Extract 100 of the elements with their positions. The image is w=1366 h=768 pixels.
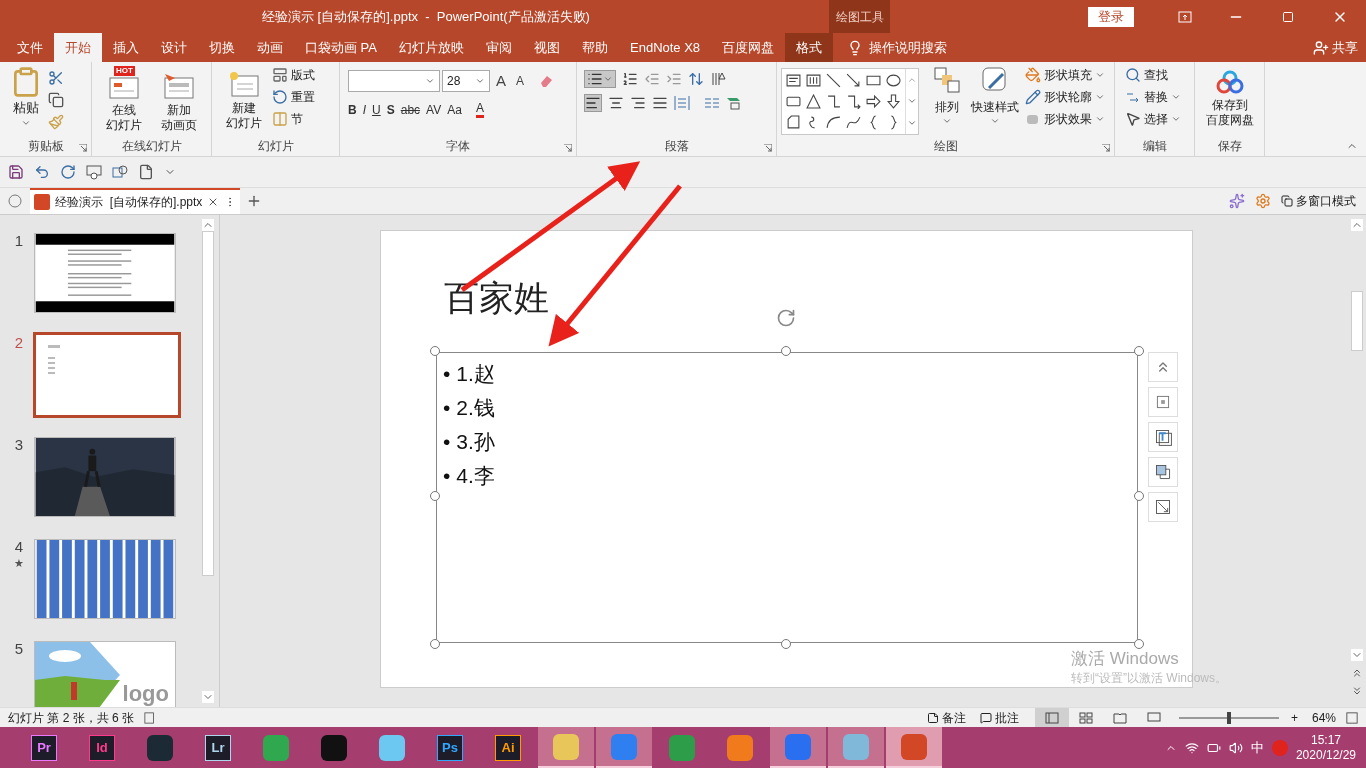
- input-method[interactable]: 中: [1250, 737, 1264, 758]
- shape-icon[interactable]: [786, 94, 801, 109]
- taskbar-app[interactable]: [596, 727, 652, 768]
- new-file-icon[interactable]: [138, 164, 154, 180]
- clock-date[interactable]: 2020/12/29: [1295, 747, 1356, 763]
- ribbon-button[interactable]: 替换: [1125, 88, 1181, 106]
- zoom-level[interactable]: 64%: [1311, 708, 1336, 727]
- arrange-button[interactable]: 排列: [927, 66, 967, 126]
- ribbon-tab[interactable]: 开始: [54, 33, 102, 62]
- restore-icon[interactable]: [1282, 10, 1294, 23]
- align-center-icon[interactable]: [608, 95, 624, 111]
- shape-icon[interactable]: [806, 73, 821, 88]
- ribbon-tab[interactable]: 百度网盘: [711, 33, 786, 62]
- ribbon-tab[interactable]: 插入: [102, 33, 150, 62]
- taskbar-app[interactable]: [886, 727, 942, 768]
- line-spacing-icon[interactable]: [688, 71, 704, 87]
- copy-icon[interactable]: [48, 92, 64, 108]
- scroll-thumb[interactable]: [202, 231, 214, 576]
- shape-icon[interactable]: [786, 73, 801, 88]
- document-tab[interactable]: 经验演示 [自动保存的].pptx: [30, 188, 241, 214]
- dialog-launcher-icon[interactable]: [79, 144, 87, 152]
- ribbon-button[interactable]: 选择: [1125, 110, 1181, 128]
- format-button[interactable]: A: [475, 101, 484, 118]
- ribbon-button[interactable]: 重置: [272, 88, 315, 106]
- slide-thumbnail[interactable]: [34, 233, 176, 313]
- magic-icon[interactable]: [1229, 193, 1245, 209]
- resize-handle[interactable]: [1134, 346, 1144, 356]
- ribbon-tab[interactable]: 设计: [150, 33, 198, 62]
- fit-slide-icon[interactable]: [1346, 711, 1358, 724]
- ribbon-tab[interactable]: EndNote X8: [619, 33, 712, 62]
- ribbon-tab[interactable]: 幻灯片放映: [388, 33, 475, 62]
- resize-handle[interactable]: [1134, 639, 1144, 649]
- format-button[interactable]: S: [386, 100, 395, 119]
- smartart-icon[interactable]: [726, 95, 742, 111]
- ribbon-tab[interactable]: 切换: [198, 33, 246, 62]
- sorter-view-icon[interactable]: [1078, 711, 1093, 724]
- shape-icon[interactable]: [866, 73, 881, 88]
- ribbon-tab[interactable]: 动画: [246, 33, 294, 62]
- format-button[interactable]: I: [362, 100, 366, 119]
- layout-options-icon[interactable]: [1148, 352, 1178, 382]
- font-size-field[interactable]: 28: [442, 70, 490, 93]
- resize-handle[interactable]: [781, 346, 791, 356]
- undo-icon[interactable]: [34, 164, 50, 180]
- taskbar-app[interactable]: [538, 727, 594, 768]
- multi-window-button[interactable]: 多窗口模式: [1281, 192, 1356, 210]
- document-icon[interactable]: [7, 193, 23, 209]
- text-box-icon[interactable]: [1148, 422, 1178, 452]
- ribbon-button[interactable]: 形状填充: [1025, 66, 1105, 84]
- shape-icon[interactable]: [846, 73, 861, 88]
- zoom-thumb[interactable]: [1226, 711, 1231, 724]
- format-button[interactable]: B: [348, 100, 357, 119]
- ribbon-tab[interactable]: 视图: [523, 33, 571, 62]
- save-to-cloud-button[interactable]: 保存到 百度网盘: [1199, 66, 1260, 128]
- zoom-in-button[interactable]: +: [1286, 708, 1302, 727]
- shape-icon[interactable]: [886, 94, 901, 109]
- taskbar-app[interactable]: [770, 727, 826, 768]
- paste-button[interactable]: 粘贴: [4, 66, 48, 128]
- share-button[interactable]: 共享: [1313, 33, 1358, 62]
- resize-handle[interactable]: [430, 491, 440, 501]
- shape-icon[interactable]: [786, 115, 801, 130]
- bullets-button[interactable]: [584, 70, 616, 88]
- spellcheck-icon[interactable]: [144, 711, 157, 724]
- align-left-button[interactable]: [584, 94, 602, 112]
- save-icon[interactable]: [8, 164, 24, 180]
- format-button[interactable]: Aa: [447, 100, 462, 119]
- shape-icon[interactable]: [826, 73, 841, 88]
- size-position-icon[interactable]: [1148, 492, 1178, 522]
- dialog-launcher-icon[interactable]: [764, 144, 772, 152]
- redo-icon[interactable]: [60, 164, 76, 180]
- ribbon-tab[interactable]: 审阅: [475, 33, 523, 62]
- reading-view-icon[interactable]: [1112, 711, 1127, 724]
- rotate-handle-icon[interactable]: [776, 308, 796, 328]
- shrink-font-button[interactable]: A: [512, 72, 529, 91]
- ribbon-button[interactable]: 版式: [272, 66, 315, 84]
- slideshow-icon[interactable]: [86, 164, 102, 180]
- previous-slide-icon[interactable]: [1351, 667, 1363, 679]
- numbering-icon[interactable]: [622, 71, 638, 87]
- align-object-icon[interactable]: [1148, 387, 1178, 417]
- taskbar-app[interactable]: Pr: [16, 727, 72, 768]
- shape-icon[interactable]: [806, 94, 821, 109]
- format-button[interactable]: abc: [400, 100, 421, 119]
- ribbon-button[interactable]: 形状效果: [1025, 110, 1105, 128]
- decrease-indent-icon[interactable]: [644, 71, 660, 87]
- new-slide-button[interactable]: 新建 幻灯片: [216, 66, 272, 131]
- volume-icon[interactable]: [1228, 740, 1243, 755]
- ribbon-button[interactable]: 查找: [1125, 66, 1181, 84]
- quick-styles-button[interactable]: 快速样式: [967, 66, 1023, 126]
- taskbar-app[interactable]: [828, 727, 884, 768]
- shape-icon[interactable]: [846, 94, 861, 109]
- resize-handle[interactable]: [430, 639, 440, 649]
- grow-font-button[interactable]: A: [492, 70, 510, 93]
- scissors-icon[interactable]: [48, 70, 64, 86]
- shape-tool-icon[interactable]: [112, 164, 128, 180]
- settings-icon[interactable]: [1255, 193, 1271, 209]
- shape-icon[interactable]: [826, 94, 841, 109]
- align-right-icon[interactable]: [630, 95, 646, 111]
- ribbon-tab[interactable]: 帮助: [571, 33, 619, 62]
- shape-icon[interactable]: [846, 115, 861, 130]
- ribbon-button[interactable]: 节: [272, 110, 315, 128]
- justify-icon[interactable]: [652, 95, 668, 111]
